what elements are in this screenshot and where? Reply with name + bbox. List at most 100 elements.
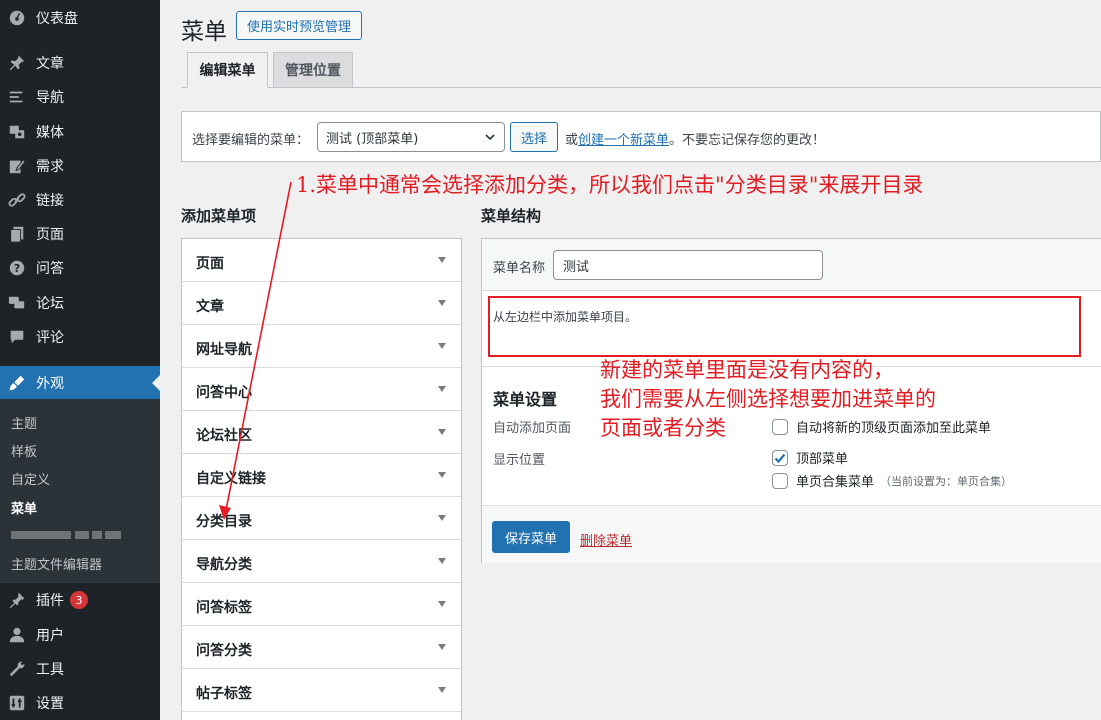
sidebar-item-settings[interactable]: 设置 — [0, 686, 160, 720]
triangle-down-icon — [438, 429, 446, 435]
single-page-menu-checkbox[interactable] — [772, 472, 788, 489]
sidebar-item-label: 问答 — [36, 261, 64, 277]
sidebar-item-plugins[interactable]: 插件 3 — [0, 583, 160, 617]
accordion-item-site-nav[interactable]: 网址导航 — [182, 325, 461, 368]
create-new-menu-link[interactable]: 创建一个新菜单 — [578, 133, 669, 148]
sidebar-item-forum[interactable]: 论坛 — [0, 286, 160, 320]
select-menu-label: 选择要编辑的菜单： — [192, 133, 310, 148]
submenu-patterns[interactable]: 样板 — [11, 441, 37, 460]
annotation-step-1: 1.菜单中通常会选择添加分类，所以我们点击"分类目录"来展开目录 — [296, 173, 924, 197]
sidebar-item-tools[interactable]: 工具 — [0, 652, 160, 686]
tools-icon — [0, 660, 36, 678]
tab-manage-locations[interactable]: 管理位置 — [273, 52, 353, 88]
accordion-item-pages[interactable]: 页面 — [182, 239, 461, 282]
live-preview-button[interactable]: 使用实时预览管理 — [236, 11, 363, 40]
accordion-item-qa-tags[interactable]: 问答标签 — [182, 583, 461, 626]
menu-settings-title: 菜单设置 — [493, 390, 558, 409]
submenu-theme-editor[interactable]: 主题文件编辑器 — [11, 554, 102, 573]
accordion-item-forum-community[interactable]: 论坛社区 — [182, 411, 461, 454]
submenu-themes[interactable]: 主题 — [11, 413, 37, 432]
page-title: 菜单 — [181, 19, 227, 45]
top-menu-label: 顶部菜单 — [796, 452, 849, 467]
accordion-label: 自定义链接 — [196, 471, 266, 487]
accordion-label: 网址导航 — [196, 342, 252, 358]
sidebar-item-navigation[interactable]: 导航 — [0, 80, 160, 114]
add-menu-items-accordion: 页面 文章 网址导航 问答中心 论坛社区 自定义链接 分类目录 导航分类 问答标… — [181, 238, 462, 720]
sidebar-item-label: 页面 — [36, 227, 64, 243]
sidebar-item-media[interactable]: 媒体 — [0, 115, 160, 149]
admin-sidebar: 仪表盘 文章 导航 媒体 需求 链接 页面 ? 问答 论坛 评论 外观 主题 样… — [0, 0, 160, 720]
submenu-menus[interactable]: 菜单 — [11, 498, 37, 517]
sidebar-item-label: 用户 — [36, 628, 64, 644]
accordion-label: 帖子标签 — [196, 686, 252, 702]
sidebar-item-comments[interactable]: 评论 — [0, 320, 160, 354]
accordion-label: 问答标签 — [196, 600, 252, 616]
blurred-submenu-item[interactable] — [11, 528, 137, 542]
sidebar-item-label: 工具 — [36, 662, 64, 678]
comment-icon — [0, 328, 36, 346]
menu-select-dropdown[interactable]: 测试 (顶部菜单) — [317, 122, 505, 152]
annotation-note-line: 页面或者分类 — [600, 416, 726, 440]
top-menu-checkbox[interactable] — [772, 449, 788, 466]
accordion-label: 问答分类 — [196, 643, 252, 659]
accordion-item-posts[interactable]: 文章 — [182, 282, 461, 325]
sidebar-item-label: 导航 — [36, 90, 64, 106]
save-menu-button[interactable]: 保存菜单 — [492, 521, 570, 553]
accordion-item-nav-categories[interactable]: 导航分类 — [182, 540, 461, 583]
sidebar-item-appearance[interactable]: 外观 — [0, 366, 160, 400]
triangle-down-icon — [438, 601, 446, 607]
accordion-item-categories[interactable]: 分类目录 — [182, 497, 461, 540]
location-option-single-page-menu[interactable]: 单页合集菜单 （当前设置为：单页合集） — [772, 471, 1012, 490]
triangle-down-icon — [438, 558, 446, 564]
sidebar-item-label: 评论 — [36, 330, 64, 346]
hint-prefix: 或 — [565, 133, 579, 148]
sidebar-item-pages[interactable]: 页面 — [0, 217, 160, 251]
link-icon — [0, 191, 36, 209]
selected-menu-value: 测试 (顶部菜单) — [326, 131, 419, 147]
sidebar-item-requests[interactable]: 需求 — [0, 149, 160, 183]
checkmark-icon — [774, 453, 786, 463]
delete-menu-link[interactable]: 删除菜单 — [580, 530, 632, 549]
triangle-down-icon — [438, 644, 446, 650]
sidebar-item-links[interactable]: 链接 — [0, 183, 160, 217]
accordion-item-topic-tags[interactable]: 帖子标签 — [182, 669, 461, 712]
plugin-icon — [0, 591, 36, 609]
dashboard-icon — [0, 9, 36, 27]
menu-name-input[interactable] — [553, 250, 823, 280]
pin-icon — [0, 54, 36, 72]
accordion-item-qa-center[interactable]: 问答中心 — [182, 368, 461, 411]
sidebar-item-label: 文章 — [36, 56, 64, 72]
triangle-down-icon — [438, 257, 446, 263]
sidebar-item-label: 需求 — [36, 159, 64, 175]
triangle-down-icon — [438, 343, 446, 349]
forum-icon — [0, 294, 36, 312]
sidebar-item-users[interactable]: 用户 — [0, 618, 160, 652]
accordion-label: 导航分类 — [196, 557, 252, 573]
location-option-top-menu[interactable]: 顶部菜单 — [772, 448, 848, 467]
sidebar-item-label: 设置 — [36, 696, 64, 712]
triangle-down-icon — [438, 472, 446, 478]
accordion-label: 文章 — [196, 299, 224, 315]
tab-edit-menus[interactable]: 编辑菜单 — [187, 52, 268, 88]
accordion-label: 页面 — [196, 256, 224, 272]
plugin-update-badge: 3 — [70, 591, 88, 609]
sidebar-item-label: 链接 — [36, 193, 64, 209]
accordion-item-qa-categories[interactable]: 问答分类 — [182, 626, 461, 669]
auto-add-pages-label: 自动添加页面 — [493, 421, 572, 436]
svg-text:?: ? — [14, 262, 20, 275]
sidebar-item-dashboard[interactable]: 仪表盘 — [0, 1, 160, 35]
accordion-label: 分类目录 — [196, 514, 252, 530]
select-menu-button[interactable]: 选择 — [510, 122, 558, 152]
edit-icon — [0, 157, 36, 175]
annotation-highlight-box — [488, 296, 1081, 357]
question-icon: ? — [0, 259, 36, 277]
triangle-down-icon — [438, 515, 446, 521]
hint-suffix: 。不要忘记保存您的更改！ — [669, 133, 826, 148]
sidebar-item-posts[interactable]: 文章 — [0, 46, 160, 80]
appearance-icon — [0, 374, 36, 392]
accordion-item-custom-links[interactable]: 自定义链接 — [182, 454, 461, 497]
submenu-customize[interactable]: 自定义 — [11, 469, 50, 488]
triangle-down-icon — [438, 300, 446, 306]
sidebar-item-qa[interactable]: ? 问答 — [0, 251, 160, 285]
triangle-down-icon — [438, 687, 446, 693]
